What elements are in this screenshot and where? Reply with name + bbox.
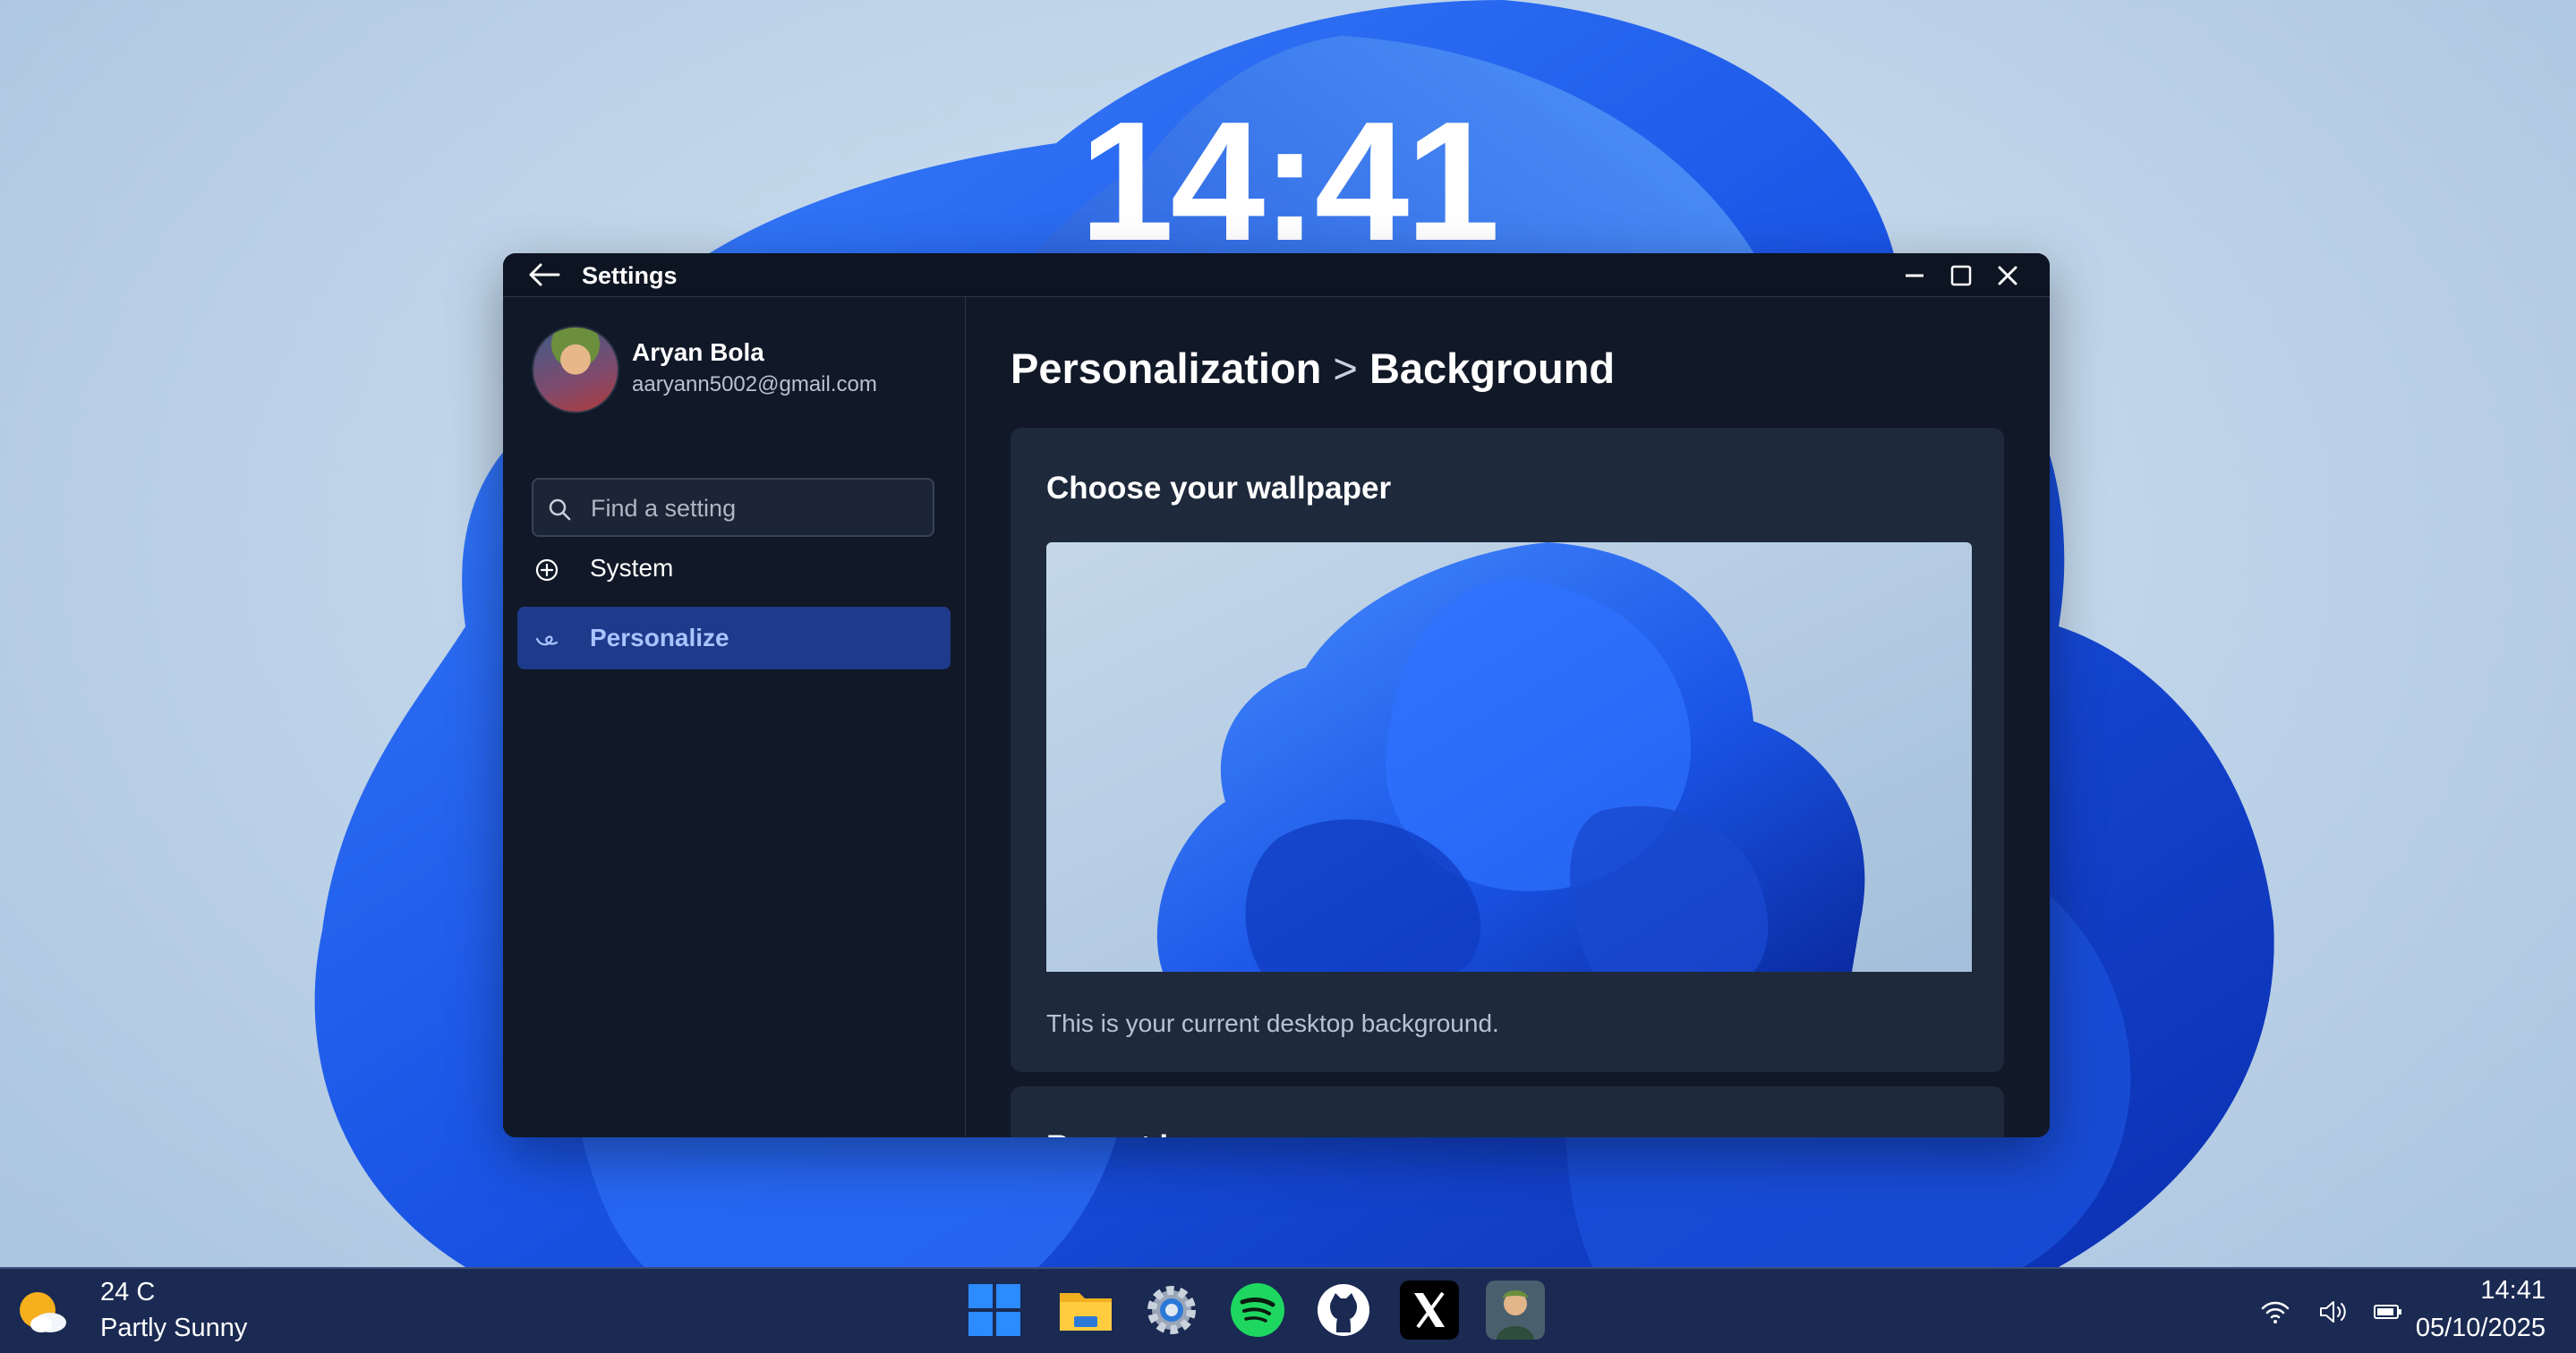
x-icon[interactable] — [1400, 1281, 1459, 1340]
recent-images-card: Recent images — [1011, 1086, 2004, 1137]
partly-sunny-icon[interactable] — [14, 1287, 68, 1337]
user-email: aaryann5002@gmail.com — [632, 372, 877, 396]
system-icon — [535, 558, 559, 582]
maximize-icon[interactable] — [1948, 262, 1975, 289]
weather-condition[interactable]: Partly Sunny — [100, 1314, 247, 1343]
search-icon — [549, 498, 571, 521]
settings-sidebar: Aryan Bola aaryann5002@gmail.com System … — [503, 297, 966, 1137]
recent-images-title: Recent images — [1046, 1129, 1267, 1137]
battery-icon[interactable] — [2372, 1296, 2404, 1328]
wifi-icon[interactable] — [2259, 1296, 2291, 1328]
taskbar-clock-date[interactable]: 05/10/2025 — [2416, 1314, 2546, 1343]
user-name: Aryan Bola — [632, 338, 764, 366]
file-explorer-icon[interactable] — [1056, 1281, 1115, 1340]
page-title: Background — [1369, 345, 1616, 392]
title-bar[interactable]: Settings — [503, 253, 2050, 297]
wallpaper-card-title: Choose your wallpaper — [1046, 471, 1392, 506]
search-input[interactable] — [589, 489, 924, 528]
volume-icon[interactable] — [2316, 1296, 2349, 1328]
weather-temperature[interactable]: 24 C — [100, 1278, 155, 1307]
settings-window: Settings Aryan Bola aaryann5002@gmail.co… — [503, 253, 2050, 1137]
settings-content: Personalization > Background Choose your… — [966, 297, 2050, 1137]
personalize-icon — [535, 635, 559, 646]
sidebar-item-system[interactable]: System — [517, 537, 951, 600]
taskbar: 24 C Partly Sunny 14:41 05/10/2025 — [0, 1267, 2576, 1353]
wallpaper-card: Choose your wallpaper This is your curre… — [1011, 428, 2004, 1072]
window-title: Settings — [582, 262, 678, 289]
minimize-icon[interactable] — [1901, 262, 1928, 289]
lock-screen-clock: 14:41 — [1079, 87, 1500, 277]
close-icon[interactable] — [1994, 262, 2021, 289]
taskbar-clock-time[interactable]: 14:41 — [2480, 1276, 2546, 1306]
sidebar-item-label: Personalize — [590, 624, 729, 651]
wallpaper-preview[interactable] — [1046, 542, 1972, 972]
back-arrow-icon[interactable] — [528, 262, 560, 287]
sidebar-item-label: System — [590, 554, 674, 582]
breadcrumb: Personalization > Background — [1011, 344, 1615, 393]
github-icon[interactable] — [1314, 1281, 1373, 1340]
profile-app-icon[interactable] — [1486, 1281, 1545, 1340]
breadcrumb-section[interactable]: Personalization — [1011, 345, 1321, 392]
settings-search[interactable] — [532, 478, 934, 537]
user-avatar[interactable] — [532, 326, 619, 413]
sidebar-item-personalize[interactable]: Personalize — [517, 607, 951, 669]
breadcrumb-separator: > — [1333, 345, 1358, 392]
settings-icon[interactable] — [1142, 1281, 1201, 1340]
start-icon[interactable] — [965, 1281, 1024, 1340]
spotify-icon[interactable] — [1228, 1281, 1287, 1340]
wallpaper-card-description: This is your current desktop background. — [1046, 1009, 1499, 1037]
